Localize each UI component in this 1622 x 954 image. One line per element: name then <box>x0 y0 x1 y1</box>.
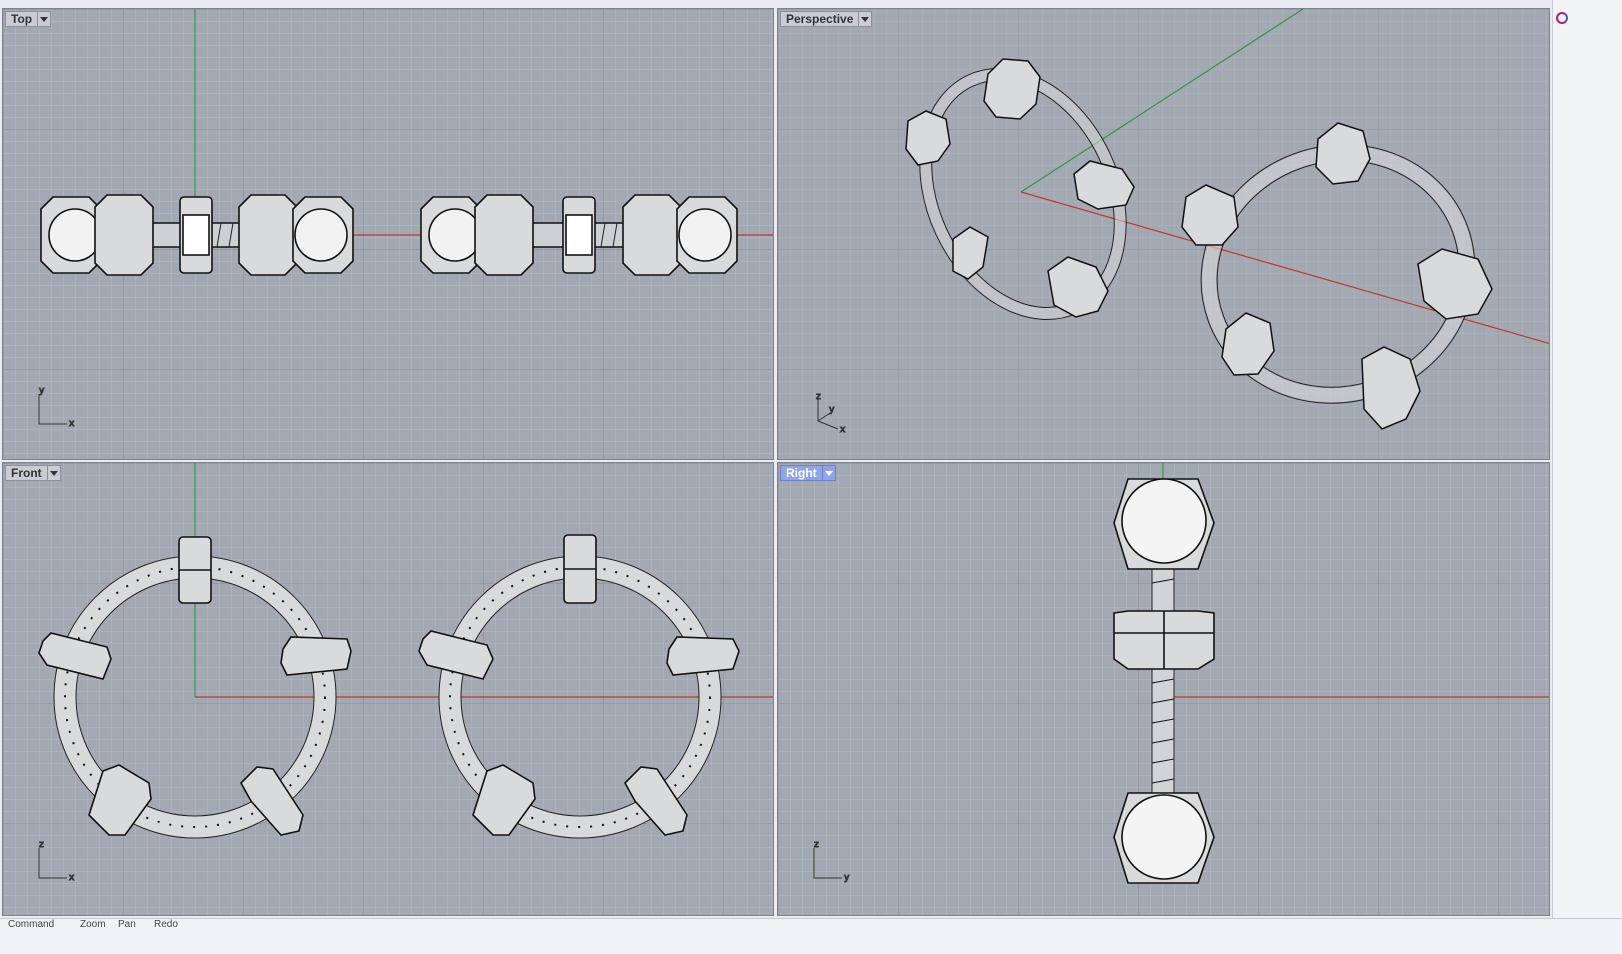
front-view-scene: z x <box>38 463 773 884</box>
viewport-top[interactable]: y x Top <box>2 8 774 460</box>
viewport-title[interactable]: Right <box>780 465 823 481</box>
svg-text:z: z <box>814 840 819 850</box>
svg-text:y: y <box>39 386 45 396</box>
top-view-scene: y x <box>38 9 773 430</box>
nuts-perspective-right <box>1181 122 1493 430</box>
app-logo-icon[interactable] <box>1556 12 1568 24</box>
status-item[interactable]: Command <box>8 919 54 931</box>
viewport-right[interactable]: z y Right <box>777 462 1550 916</box>
svg-text:x: x <box>69 419 75 429</box>
status-item[interactable]: Zoom <box>80 919 106 931</box>
right-view-scene: z y <box>813 463 1549 884</box>
side-panel <box>1552 0 1622 918</box>
ring-assembly-left-top <box>40 194 354 276</box>
svg-text:x: x <box>840 425 846 435</box>
rhino-workspace: y x Top z y x Perspective z x Front z y … <box>0 0 1622 954</box>
status-item[interactable]: Redo <box>154 919 178 931</box>
viewport-title[interactable]: Perspective <box>780 11 860 27</box>
viewport-tab-right[interactable]: Right <box>780 465 836 481</box>
status-bar: Command Zoom Pan Redo <box>0 918 1622 954</box>
svg-text:z: z <box>816 392 821 402</box>
ring-assembly-right-top <box>420 194 738 276</box>
viewport-title[interactable]: Top <box>5 11 39 27</box>
svg-text:y: y <box>844 873 850 883</box>
axis-icon: z y <box>813 840 851 884</box>
viewport-tab-perspective[interactable]: Perspective <box>780 11 873 27</box>
viewport-title[interactable]: Front <box>5 465 48 481</box>
svg-text:y: y <box>829 405 835 415</box>
chevron-down-icon[interactable] <box>47 465 61 481</box>
chevron-down-icon[interactable] <box>38 11 52 27</box>
axis-icon: y x <box>38 386 76 430</box>
svg-text:z: z <box>39 840 44 850</box>
axis-icon: z x <box>38 840 76 884</box>
chevron-down-icon[interactable] <box>859 11 873 27</box>
axis-icon: z y x <box>816 392 847 436</box>
svg-text:x: x <box>69 873 75 883</box>
perspective-scene: z y x <box>816 9 1549 436</box>
viewport-tab-front[interactable]: Front <box>5 465 61 481</box>
viewport-perspective[interactable]: z y x Perspective <box>777 8 1550 460</box>
chevron-down-icon[interactable] <box>822 465 836 481</box>
nuts-front-right <box>418 534 740 836</box>
viewport-front[interactable]: z x Front <box>2 462 774 916</box>
viewport-tab-top[interactable]: Top <box>5 11 52 27</box>
status-item[interactable]: Pan <box>118 919 136 931</box>
